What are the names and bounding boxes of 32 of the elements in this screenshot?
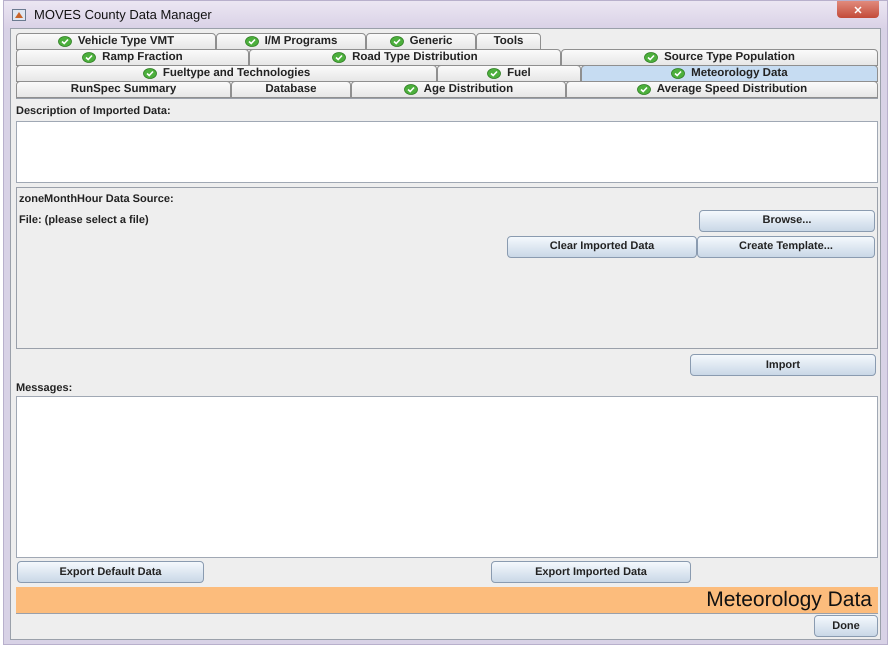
button[interactable]: Create Template... [697,236,875,258]
tab[interactable]: Age Distribution [350,81,566,98]
tab[interactable]: I/M Programs [216,33,366,50]
messages-field[interactable] [16,396,878,558]
button[interactable]: Import [690,354,876,376]
tab[interactable]: Ramp Fraction [16,49,249,66]
button[interactable]: Clear Imported Data [507,236,697,258]
app-icon [12,8,26,20]
messages-label: Messages: [16,381,74,394]
button[interactable]: Done [814,615,878,637]
close-button[interactable] [837,1,879,18]
tab[interactable]: RunSpec Summary [16,81,231,98]
tab[interactable]: Meteorology Data [580,65,878,82]
tab[interactable]: Generic [366,33,476,50]
tab[interactable]: Source Type Population [560,49,878,66]
tab[interactable]: Fuel [437,65,581,82]
tab[interactable]: Vehicle Type VMT [16,33,216,50]
tab[interactable]: Database [231,81,351,98]
file-label: File: (please select a file) [19,213,149,228]
tab[interactable]: Tools [476,33,541,50]
description-label: Description of Imported Data: [16,104,172,117]
button[interactable]: Export Default Data [17,561,204,583]
close-icon [854,6,862,14]
title-banner: Meteorology Data [16,587,878,613]
window-title: MOVES County Data Manager [34,6,212,24]
button[interactable]: Export Imported Data [491,561,691,583]
tab[interactable]: Average Speed Distribution [566,81,878,98]
data-source-title: zoneMonthHour Data Source: [19,192,175,207]
tab[interactable]: Fueltype and Technologies [16,65,438,82]
button[interactable]: Browse... [699,210,875,232]
description-field[interactable] [16,121,878,183]
tab[interactable]: Road Type Distribution [248,49,561,66]
